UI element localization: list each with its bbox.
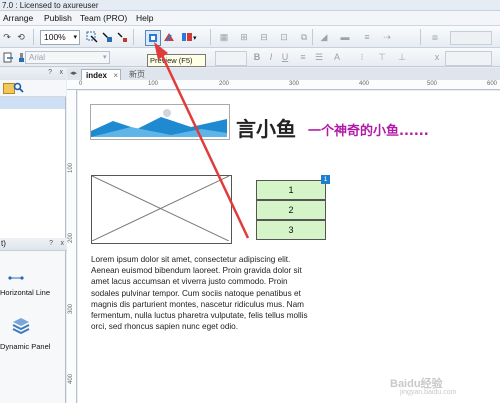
annotation-arrow xyxy=(154,42,250,239)
